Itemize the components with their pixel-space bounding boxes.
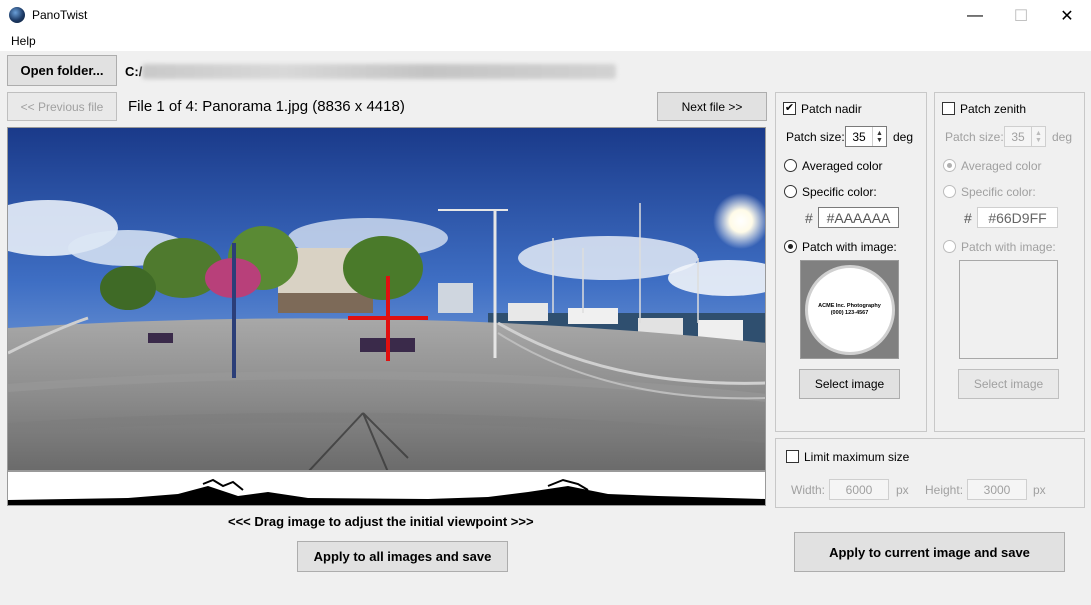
nadir-patch-size-label: Patch size: bbox=[786, 130, 845, 144]
limit-size-group bbox=[775, 438, 1085, 508]
minimize-button[interactable]: — bbox=[952, 0, 998, 31]
zenith-averaged-radio[interactable] bbox=[943, 159, 956, 172]
open-folder-button[interactable]: Open folder... bbox=[7, 55, 117, 86]
zenith-averaged-label: Averaged color bbox=[961, 159, 1042, 173]
nadir-preview-strip bbox=[7, 471, 766, 506]
menu-bar bbox=[0, 31, 1091, 51]
zenith-patch-size-spinner[interactable]: 35 ▲ ▼ bbox=[1004, 126, 1046, 147]
maximize-button[interactable]: ☐ bbox=[998, 0, 1044, 31]
height-label: Height: bbox=[925, 483, 964, 497]
patch-nadir-checkbox[interactable]: ✔ bbox=[783, 102, 796, 115]
width-unit: px bbox=[896, 483, 909, 497]
zenith-specific-radio[interactable] bbox=[943, 185, 956, 198]
file-info: File 1 of 4: Panorama 1.jpg (8836 x 4418… bbox=[128, 98, 405, 115]
width-input[interactable]: 6000 bbox=[829, 479, 889, 500]
app-logo-icon bbox=[9, 7, 25, 23]
nadir-averaged-radio[interactable] bbox=[784, 159, 797, 172]
radio-selected-dot bbox=[947, 163, 952, 168]
patch-nadir-label: Patch nadir bbox=[801, 102, 862, 116]
panorama-preview[interactable] bbox=[7, 127, 766, 471]
nadir-specific-radio[interactable] bbox=[784, 185, 797, 198]
nadir-averaged-label: Averaged color bbox=[802, 159, 883, 173]
previous-file-button[interactable]: << Previous file bbox=[7, 92, 117, 121]
apply-all-button[interactable]: Apply to all images and save bbox=[297, 541, 508, 572]
nadir-hash-label: # bbox=[805, 210, 813, 226]
drag-hint: <<< Drag image to adjust the initial vie… bbox=[228, 514, 534, 529]
width-label: Width: bbox=[791, 483, 826, 497]
nadir-unit-label: deg bbox=[893, 130, 914, 144]
patch-zenith-checkbox[interactable] bbox=[942, 102, 955, 115]
nadir-image-radio[interactable] bbox=[784, 240, 797, 253]
panorama-image bbox=[8, 128, 765, 470]
zenith-hash-label: # bbox=[964, 210, 972, 226]
spinner-arrows-icon[interactable]: ▲ ▼ bbox=[872, 127, 886, 146]
nadir-image-label: Patch with image: bbox=[802, 240, 897, 254]
folder-path: C:/ bbox=[125, 64, 143, 79]
nadir-patch-image: ACME Inc. Photography (000) 123-4567 bbox=[800, 260, 899, 359]
nadir-select-image-button[interactable]: Select image bbox=[799, 369, 900, 399]
zenith-patch-image bbox=[959, 260, 1058, 359]
zenith-image-radio[interactable] bbox=[943, 240, 956, 253]
zenith-specific-label: Specific color: bbox=[961, 185, 1036, 199]
nadir-color-input[interactable]: #AAAAAA bbox=[818, 207, 899, 228]
zenith-patch-size-label: Patch size: bbox=[945, 130, 1004, 144]
limit-size-label: Limit maximum size bbox=[804, 450, 910, 464]
window-title: PanoTwist bbox=[32, 8, 88, 22]
logo-patch: ACME Inc. Photography (000) 123-4567 bbox=[804, 264, 895, 355]
close-button[interactable]: ✕ bbox=[1044, 0, 1090, 31]
title-bar bbox=[0, 0, 1091, 31]
spinner-arrows-icon[interactable]: ▲ ▼ bbox=[1031, 127, 1045, 146]
zenith-select-image-button[interactable]: Select image bbox=[958, 369, 1059, 399]
menu-help[interactable]: Help bbox=[11, 34, 36, 48]
zenith-image-label: Patch with image: bbox=[961, 240, 1056, 254]
nadir-specific-label: Specific color: bbox=[802, 185, 877, 199]
zenith-unit-label: deg bbox=[1052, 130, 1073, 144]
apply-current-button[interactable]: Apply to current image and save bbox=[794, 532, 1065, 572]
patch-zenith-label: Patch zenith bbox=[960, 102, 1027, 116]
radio-selected-dot bbox=[788, 244, 793, 249]
height-unit: px bbox=[1033, 483, 1046, 497]
next-file-button[interactable]: Next file >> bbox=[657, 92, 767, 121]
zenith-color-input[interactable]: #66D9FF bbox=[977, 207, 1058, 228]
limit-size-checkbox[interactable] bbox=[786, 450, 799, 463]
folder-path-redacted bbox=[142, 64, 616, 79]
nadir-patch-size-spinner[interactable]: 35 ▲ ▼ bbox=[845, 126, 887, 147]
height-input[interactable]: 3000 bbox=[967, 479, 1027, 500]
